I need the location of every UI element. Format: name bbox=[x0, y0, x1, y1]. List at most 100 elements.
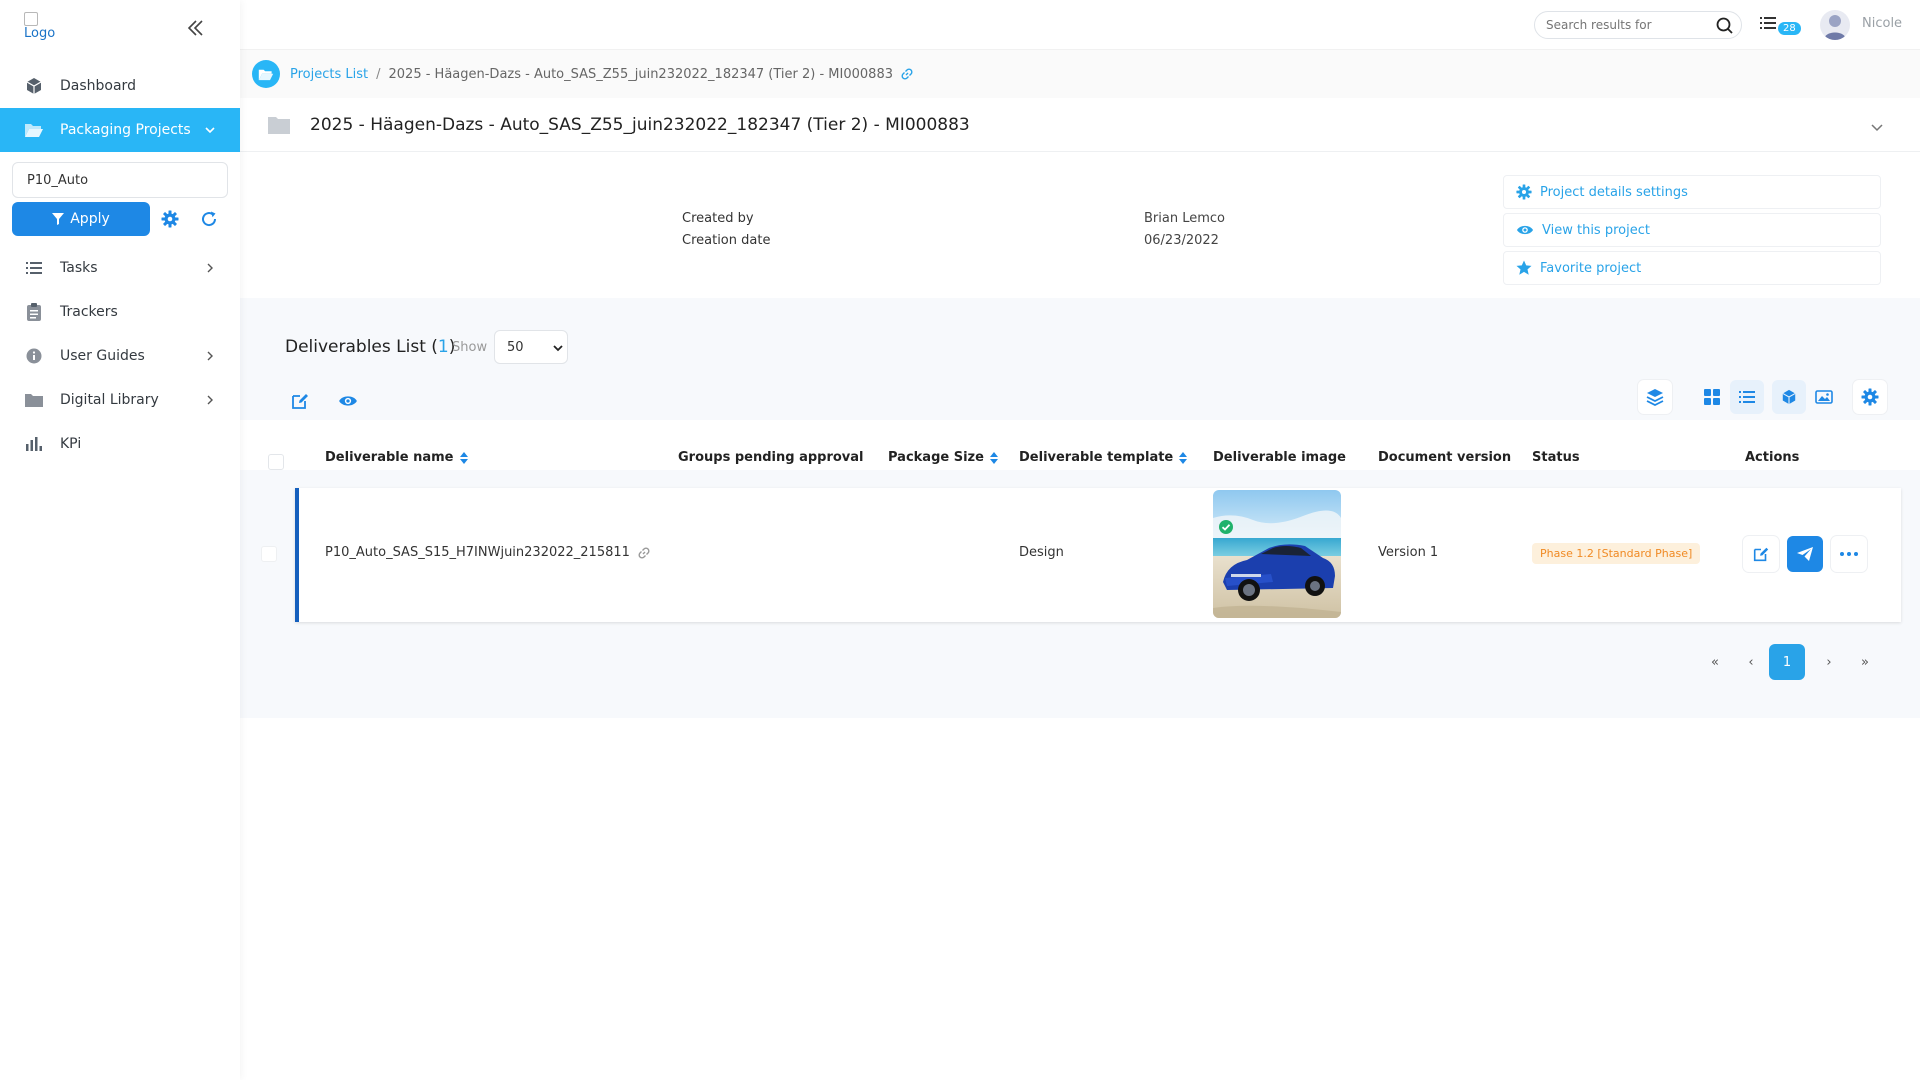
collapse-sidebar-button[interactable] bbox=[184, 16, 208, 40]
column-header-package-size[interactable]: Package Size bbox=[888, 450, 998, 465]
sidebar-item-digital-library[interactable]: Digital Library bbox=[0, 378, 240, 422]
edit-icon[interactable] bbox=[290, 391, 310, 411]
column-header-label: Deliverable template bbox=[1019, 450, 1174, 465]
breadcrumb: Projects List / 2025 - Häagen-Dazs - Aut… bbox=[240, 50, 1920, 98]
task-list-icon[interactable] bbox=[1760, 16, 1776, 30]
column-header-label: Groups pending approval bbox=[678, 450, 864, 465]
edit-deliverable-button[interactable] bbox=[1743, 536, 1779, 572]
deliverable-name-cell: P10_Auto_SAS_S15_H7INWjuin232022_215811 bbox=[325, 545, 650, 560]
project-header: 2025 - Häagen-Dazs - Auto_SAS_Z55_juin23… bbox=[240, 102, 1920, 152]
image-view-button[interactable] bbox=[1807, 380, 1841, 414]
select-all-checkbox[interactable] bbox=[268, 454, 284, 470]
search-box bbox=[1534, 11, 1742, 39]
column-header-deliverable-image: Deliverable image bbox=[1213, 450, 1346, 465]
show-label: Show bbox=[452, 340, 488, 355]
pagination-page-current[interactable]: 1 bbox=[1769, 644, 1805, 680]
breadcrumb-projects-list-link[interactable]: Projects List bbox=[290, 67, 368, 82]
creation-date-label: Creation date bbox=[682, 233, 771, 248]
sort-icon bbox=[1179, 451, 1188, 464]
approved-check-icon bbox=[1219, 520, 1233, 534]
column-header-label: Actions bbox=[1745, 450, 1800, 465]
deliverable-name[interactable]: P10_Auto_SAS_S15_H7INWjuin232022_215811 bbox=[325, 545, 630, 560]
top-bar: 28 Nicole bbox=[240, 0, 1920, 50]
cube-icon bbox=[1782, 389, 1796, 405]
column-header-groups-pending: Groups pending approval bbox=[678, 450, 864, 465]
eye-icon[interactable] bbox=[338, 394, 358, 408]
sidebar-item-tasks[interactable]: Tasks bbox=[0, 246, 240, 290]
sidebar-item-label: User Guides bbox=[60, 348, 145, 364]
folder-icon bbox=[268, 117, 290, 134]
chevron-right-icon bbox=[207, 263, 213, 273]
logo-alt-text: Logo bbox=[24, 26, 56, 41]
sidebar-item-packaging-projects[interactable]: Packaging Projects bbox=[0, 108, 240, 152]
logo[interactable]: Logo bbox=[24, 10, 64, 46]
column-header-actions: Actions bbox=[1745, 450, 1799, 465]
chevron-down-icon[interactable] bbox=[1870, 120, 1884, 134]
column-header-label: Package Size bbox=[888, 450, 984, 465]
send-deliverable-button[interactable] bbox=[1787, 536, 1823, 572]
row-checkbox[interactable] bbox=[261, 546, 277, 562]
package-view-button[interactable] bbox=[1772, 380, 1806, 414]
pagination-prev[interactable]: ‹ bbox=[1733, 644, 1769, 680]
more-horizontal-icon bbox=[1840, 552, 1858, 556]
sidebar-item-label: Trackers bbox=[60, 304, 118, 320]
reset-filter-button[interactable] bbox=[192, 202, 226, 236]
deliverables-title-text: Deliverables List bbox=[285, 337, 426, 357]
sidebar-item-kpi[interactable]: KPi bbox=[0, 422, 240, 466]
link-icon[interactable] bbox=[638, 546, 650, 559]
view-this-project-link[interactable]: View this project bbox=[1503, 213, 1881, 247]
deliverable-image[interactable] bbox=[1213, 490, 1341, 618]
column-header-document-version: Document version bbox=[1378, 450, 1511, 465]
car-thumbnail-image bbox=[1213, 490, 1341, 618]
search-icon[interactable] bbox=[1716, 17, 1733, 34]
refresh-icon bbox=[202, 211, 217, 227]
deliverables-count: 1 bbox=[437, 337, 449, 357]
edit-icon bbox=[1753, 547, 1769, 562]
sidebar-item-label: Digital Library bbox=[60, 392, 159, 408]
breadcrumb-separator: / bbox=[376, 66, 381, 82]
sidebar-item-trackers[interactable]: Trackers bbox=[0, 290, 240, 334]
more-actions-button[interactable] bbox=[1831, 536, 1867, 572]
username[interactable]: Nicole bbox=[1862, 16, 1902, 31]
grid-icon bbox=[1704, 389, 1720, 405]
pagination-next[interactable]: › bbox=[1811, 644, 1847, 680]
column-header-label: Document version bbox=[1378, 450, 1512, 465]
sidebar-item-dashboard[interactable]: Dashboard bbox=[0, 64, 240, 108]
document-version-cell: Version 1 bbox=[1378, 545, 1439, 560]
list-icon bbox=[24, 258, 44, 278]
creation-date-value: 06/23/2022 bbox=[1144, 233, 1219, 248]
table-settings-button[interactable] bbox=[1853, 380, 1887, 414]
apply-label: Apply bbox=[70, 211, 110, 227]
task-count-badge: 28 bbox=[1778, 22, 1801, 35]
avatar[interactable] bbox=[1820, 10, 1850, 40]
project-filter-input[interactable] bbox=[12, 162, 228, 198]
paper-plane-icon bbox=[1797, 547, 1813, 561]
search-input[interactable] bbox=[1535, 12, 1705, 38]
chevron-right-icon bbox=[207, 351, 213, 361]
list-view-button[interactable] bbox=[1730, 380, 1764, 414]
page-size-select[interactable]: 50 bbox=[494, 330, 568, 364]
action-label: Project details settings bbox=[1540, 184, 1688, 200]
link-icon[interactable] bbox=[901, 68, 913, 80]
column-header-status: Status bbox=[1532, 450, 1580, 465]
deliverables-count-open: ( bbox=[431, 337, 438, 357]
cube-icon bbox=[24, 76, 44, 96]
grid-view-button[interactable] bbox=[1695, 380, 1729, 414]
bar-chart-icon bbox=[24, 434, 44, 454]
favorite-project-link[interactable]: Favorite project bbox=[1503, 251, 1881, 285]
layers-icon bbox=[1646, 389, 1664, 406]
pagination-first[interactable]: « bbox=[1697, 644, 1733, 680]
sidebar-item-user-guides[interactable]: User Guides bbox=[0, 334, 240, 378]
column-header-deliverable-template[interactable]: Deliverable template bbox=[1019, 450, 1188, 465]
user-avatar-icon bbox=[1824, 15, 1846, 40]
action-label: Favorite project bbox=[1540, 260, 1642, 276]
layers-view-button[interactable] bbox=[1638, 380, 1672, 414]
project-details-settings-link[interactable]: Project details settings bbox=[1503, 175, 1881, 209]
column-header-deliverable-name[interactable]: Deliverable name bbox=[325, 450, 468, 465]
filter-settings-button[interactable] bbox=[153, 202, 187, 236]
deliverables-title: Deliverables List (1) bbox=[285, 337, 455, 357]
created-by-value: Brian Lemco bbox=[1144, 211, 1225, 226]
sort-icon bbox=[989, 451, 998, 464]
pagination-last[interactable]: » bbox=[1847, 644, 1883, 680]
apply-filter-button[interactable]: Apply bbox=[12, 202, 150, 236]
